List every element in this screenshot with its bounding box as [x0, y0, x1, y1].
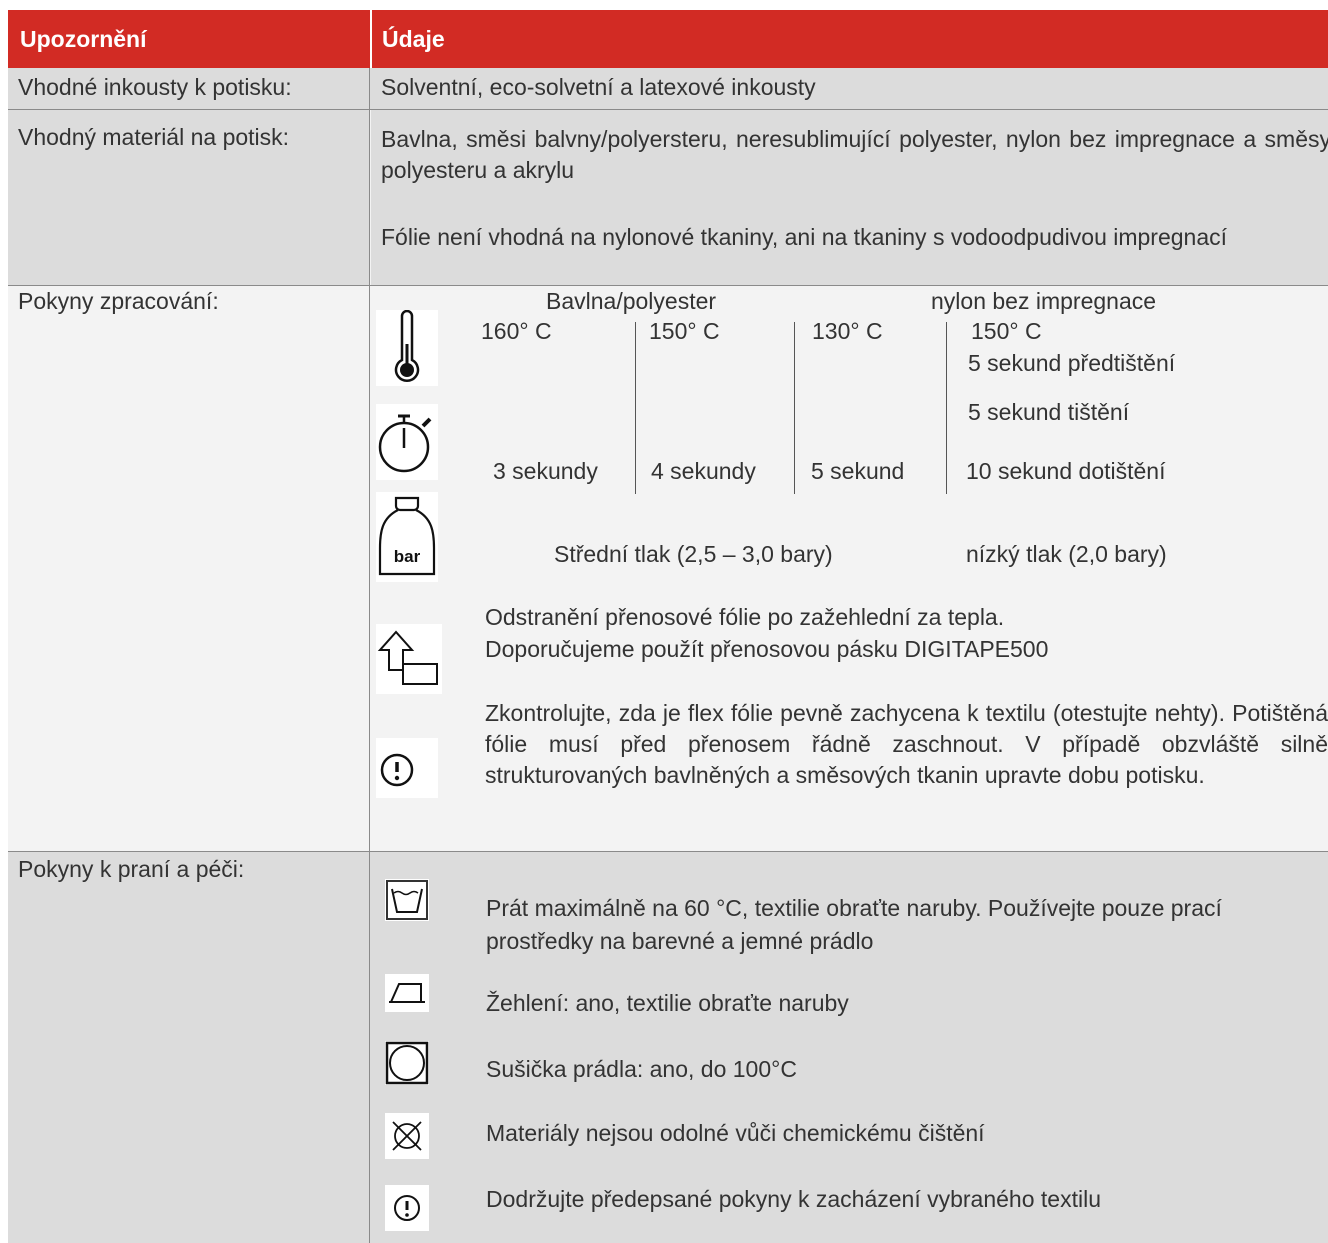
time-3s: 3 sekundy: [493, 458, 598, 484]
iron-icon: [385, 974, 429, 1012]
wash-tub-icon: [385, 879, 429, 921]
nylon-pre-press: 5 sekund předtištění: [968, 350, 1176, 376]
row-value-care: Prát maximálně na 60 °C, textilie obraťt…: [371, 852, 1328, 1243]
column-divider: [635, 322, 636, 494]
row-label-material: Vhodný materiál na potisk:: [8, 110, 370, 285]
peel-arrow-icon: [376, 624, 442, 694]
nylon-print: 5 sekund tištění: [968, 399, 1130, 425]
header-warning: Upozornění: [8, 10, 370, 68]
row-value-inks: Solventní, eco-solvetní a latexové inkou…: [371, 68, 1328, 109]
row-label-inks: Vhodné inkousty k potisku:: [8, 68, 370, 109]
temp-160: 160° C: [481, 318, 552, 344]
temp-150: 150° C: [649, 318, 720, 344]
material-paragraph-1: Bavlna, směsi balvny/polyersteru, neresu…: [381, 126, 1328, 183]
pressure-low: nízký tlak (2,0 bary): [966, 541, 1167, 567]
row-inks: Vhodné inkousty k potisku: Solventní, ec…: [8, 68, 1328, 109]
column-divider: [946, 322, 947, 494]
thermometer-icon: [376, 310, 438, 386]
row-value-material: Bavlna, směsi balvny/polyersteru, neresu…: [371, 110, 1328, 285]
check-instructions: Zkontrolujte, zda je flex fólie pevně za…: [485, 700, 1328, 788]
inks-text: Solventní, eco-solvetní a latexové inkou…: [381, 74, 816, 100]
weight-icon: bar: [376, 492, 438, 582]
pressure-medium: Střední tlak (2,5 – 3,0 bary): [554, 541, 833, 567]
column-divider: [794, 322, 795, 494]
time-5s: 5 sekund: [811, 458, 905, 484]
warning-icon: [376, 738, 438, 798]
peel-instruction-2: Doporučujeme použít přenosovou pásku DIG…: [485, 636, 1049, 662]
row-label-care: Pokyny k praní a péči:: [8, 852, 370, 1243]
no-dry-clean-icon: [385, 1113, 429, 1159]
material-paragraph-2: Fólie není vhodná na nylonové tkaniny, a…: [381, 224, 1228, 250]
nylon-post-press: 10 sekund dotištění: [966, 458, 1166, 484]
product-info-table: Upozornění Údaje Vhodné inkousty k potis…: [8, 10, 1328, 1243]
row-material: Vhodný materiál na potisk: Bavlna, směsi…: [8, 110, 1328, 285]
group-nylon-label: nylon bez impregnace: [931, 288, 1157, 314]
dryer-instructions: Sušička prádla: ano, do 100°C: [486, 1056, 797, 1082]
weight-icon-label: bar: [394, 547, 421, 566]
row-processing: Pokyny zpracování: Bavlna/polyester nylo…: [8, 286, 1328, 851]
header-details: Údaje: [370, 10, 1328, 68]
temp-150-nylon: 150° C: [971, 318, 1042, 344]
iron-instructions: Žehlení: ano, textilie obraťte naruby: [486, 990, 849, 1016]
wash-instructions: Prát maximálně na 60 °C, textilie obraťt…: [486, 895, 1222, 954]
warning-icon: [385, 1185, 429, 1231]
temp-130: 130° C: [812, 318, 883, 344]
group-cotton-label: Bavlna/polyester: [546, 288, 717, 314]
dry-clean-instructions: Materiály nejsou odolné vůči chemickému …: [486, 1120, 985, 1146]
row-label-processing: Pokyny zpracování:: [8, 286, 370, 851]
time-4s: 4 sekundy: [651, 458, 756, 484]
row-care: Pokyny k praní a péči: Prát maximálně na…: [8, 852, 1328, 1243]
follow-instructions: Dodržujte předepsané pokyny k zacházení …: [486, 1186, 1101, 1212]
row-value-processing: Bavlna/polyester nylon bez impregnace 16…: [371, 286, 1328, 851]
peel-instruction-1: Odstranění přenosové fólie po zažehlední…: [485, 604, 1005, 630]
tumble-dry-icon: [385, 1041, 429, 1085]
stopwatch-icon: [376, 404, 438, 480]
